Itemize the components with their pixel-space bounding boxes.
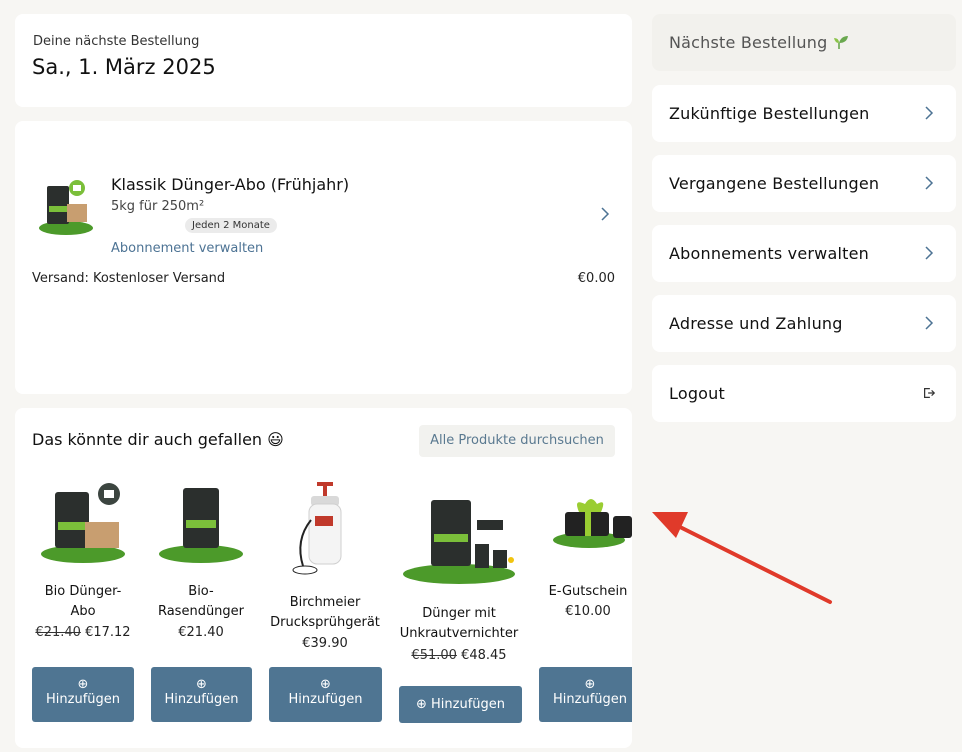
add-button-label: Hinzufügen [553, 692, 627, 707]
add-button[interactable]: ⊕ Hinzufügen [151, 667, 252, 722]
logout-icon [924, 388, 936, 398]
product-name[interactable]: Birchmeier Drucksprühgerät [267, 593, 383, 633]
product-price: €21.40 €17.12 [33, 625, 133, 640]
old-price: €21.40 [35, 625, 81, 640]
next-order-label: Deine nächste Bestellung [33, 34, 200, 49]
add-button-label: Hinzufügen [46, 692, 120, 707]
sidebar-item-label: Zukünftige Bestellungen [669, 104, 870, 123]
current-price: €48.45 [461, 648, 507, 663]
add-button[interactable]: ⊕ Hinzufügen [32, 667, 134, 722]
frequency-badge: Jeden 2 Monate [185, 218, 277, 233]
shipping-price: €0.00 [577, 271, 615, 286]
product-thumbnail [39, 180, 93, 235]
plus-circle-icon: ⊕ [415, 697, 427, 712]
annotation-arrow [652, 512, 832, 604]
shipping-label: Versand: Kostenloser Versand [32, 271, 226, 286]
next-order-card: Deine nächste Bestellung Sa., 1. März 20… [15, 14, 632, 107]
sprout-icon [833, 36, 848, 49]
order-card: Klassik Dünger-Abo (Frühjahr) 5kg für 25… [15, 121, 632, 394]
product-size: 5kg für 250m² [111, 199, 205, 214]
sidebar-item-label: Nächste Bestellung [669, 33, 849, 52]
product-price: €21.40 [151, 625, 251, 640]
sidebar-item-past-orders[interactable]: Vergangene Bestellungen [652, 155, 956, 212]
add-button-label: Hinzufügen [164, 692, 239, 707]
add-button[interactable]: ⊕ Hinzufügen [539, 667, 632, 722]
sidebar-item-label: Adresse und Zahlung [669, 314, 843, 333]
recommendations-card: Das könnte dir auch gefallen 😃 Alle Prod… [15, 408, 632, 748]
plus-circle-icon: ⊕ [584, 677, 596, 692]
product-name: Klassik Dünger-Abo (Frühjahr) [111, 175, 350, 194]
product-price: €39.90 [267, 636, 383, 651]
current-price: €21.40 [178, 625, 224, 640]
chevron-right-icon [925, 316, 934, 330]
sidebar-item-manage-subscriptions[interactable]: Abonnements verwalten [652, 225, 956, 282]
product-image[interactable] [157, 480, 245, 564]
product-image[interactable] [285, 480, 365, 580]
product-image[interactable] [39, 480, 127, 564]
chevron-right-icon [925, 106, 934, 120]
chevron-right-icon[interactable] [599, 206, 611, 222]
current-price: €39.90 [302, 636, 348, 651]
add-button-label: Hinzufügen [431, 697, 506, 712]
chevron-right-icon [925, 176, 934, 190]
next-order-date: Sa., 1. März 2025 [32, 55, 216, 79]
product-image[interactable] [401, 486, 521, 586]
product-price: €10.00 [543, 604, 632, 619]
plus-circle-icon: ⊕ [196, 677, 207, 692]
add-button-label: Hinzufügen [288, 692, 363, 707]
product-name[interactable]: Bio Dünger-Abo [33, 582, 133, 622]
sidebar-item-future-orders[interactable]: Zukünftige Bestellungen [652, 85, 956, 142]
plus-circle-icon: ⊕ [77, 677, 89, 692]
current-price: €17.12 [85, 625, 131, 640]
chevron-right-icon [925, 246, 934, 260]
sidebar-item-label: Abonnements verwalten [669, 244, 869, 263]
product-name[interactable]: Dünger mit Unkrautvernichter [395, 604, 523, 644]
sidebar-item-logout[interactable]: Logout [652, 365, 956, 422]
recommendations-title: Das könnte dir auch gefallen 😃 [32, 430, 284, 449]
sidebar-item-label: Logout [669, 384, 725, 403]
manage-subscription-link[interactable]: Abonnement verwalten [111, 241, 263, 256]
add-button[interactable]: ⊕ Hinzufügen [399, 686, 522, 723]
sidebar-item-label: Vergangene Bestellungen [669, 174, 880, 193]
browse-all-products-button[interactable]: Alle Produkte durchsuchen [419, 425, 615, 457]
product-price: €51.00 €48.45 [395, 648, 523, 663]
product-image[interactable] [551, 490, 632, 552]
add-button[interactable]: ⊕ Hinzufügen [269, 667, 382, 722]
sidebar-item-next-order[interactable]: Nächste Bestellung [652, 14, 956, 71]
old-price: €51.00 [411, 648, 457, 663]
sidebar-item-address-payment[interactable]: Adresse und Zahlung [652, 295, 956, 352]
product-name[interactable]: Bio-Rasendünger [151, 582, 251, 622]
plus-circle-icon: ⊕ [320, 677, 331, 692]
product-name[interactable]: E-Gutschein [543, 582, 632, 602]
current-price: €10.00 [565, 604, 611, 619]
